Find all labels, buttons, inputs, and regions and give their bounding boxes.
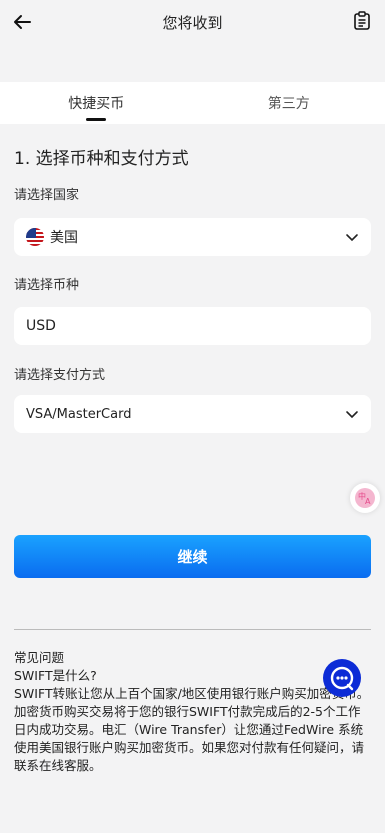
tab-label: 快捷买币 [68,96,125,112]
faq-section: 常见问题 SWIFT是什么? SWIFT转账让您从上百个国家/地区使用银行账户购… [14,649,372,775]
chevron-down-icon [346,411,358,419]
country-value: 美国 [50,230,78,246]
tab-label: 第三方 [267,96,310,112]
currency-value: USD [26,318,56,334]
records-button[interactable] [351,10,373,32]
continue-button[interactable]: 继续 [14,535,371,578]
country-label: 请选择国家 [14,188,80,203]
chat-support-icon [330,666,354,691]
currency-label: 请选择币种 [14,278,80,293]
translate-icon: 中 A [355,488,375,508]
country-select[interactable]: 美国 [14,218,371,256]
payment-label: 请选择支付方式 [14,368,106,383]
tab-bar: 快捷买币 第三方 [0,82,385,124]
faq-title: 常见问题 [14,650,65,665]
document-list-icon [354,11,370,30]
chat-support-button[interactable] [323,659,361,697]
chevron-down-icon [346,234,358,242]
payment-value: VSA/MasterCard [26,406,132,422]
page-title: 您将收到 [162,13,223,32]
section-title: 1. 选择币种和支付方式 [14,149,189,169]
tab-quick-buy[interactable]: 快捷买币 [0,82,193,124]
faq-question: SWIFT是什么? [14,668,97,683]
payment-select[interactable]: VSA/MasterCard [14,395,371,433]
divider [14,629,371,630]
us-flag-icon [26,228,44,246]
top-bar: 您将收到 [0,0,385,44]
back-button[interactable] [10,10,34,34]
arrow-left-icon [14,15,31,29]
tab-third-party[interactable]: 第三方 [193,82,385,124]
translate-button[interactable]: 中 A [350,483,380,513]
faq-answer: SWIFT转账让您从上百个国家/地区使用银行账户购买加密货币。加密货币购买交易将… [14,686,370,773]
currency-field[interactable]: USD [14,307,371,345]
svg-text:A: A [365,497,371,506]
